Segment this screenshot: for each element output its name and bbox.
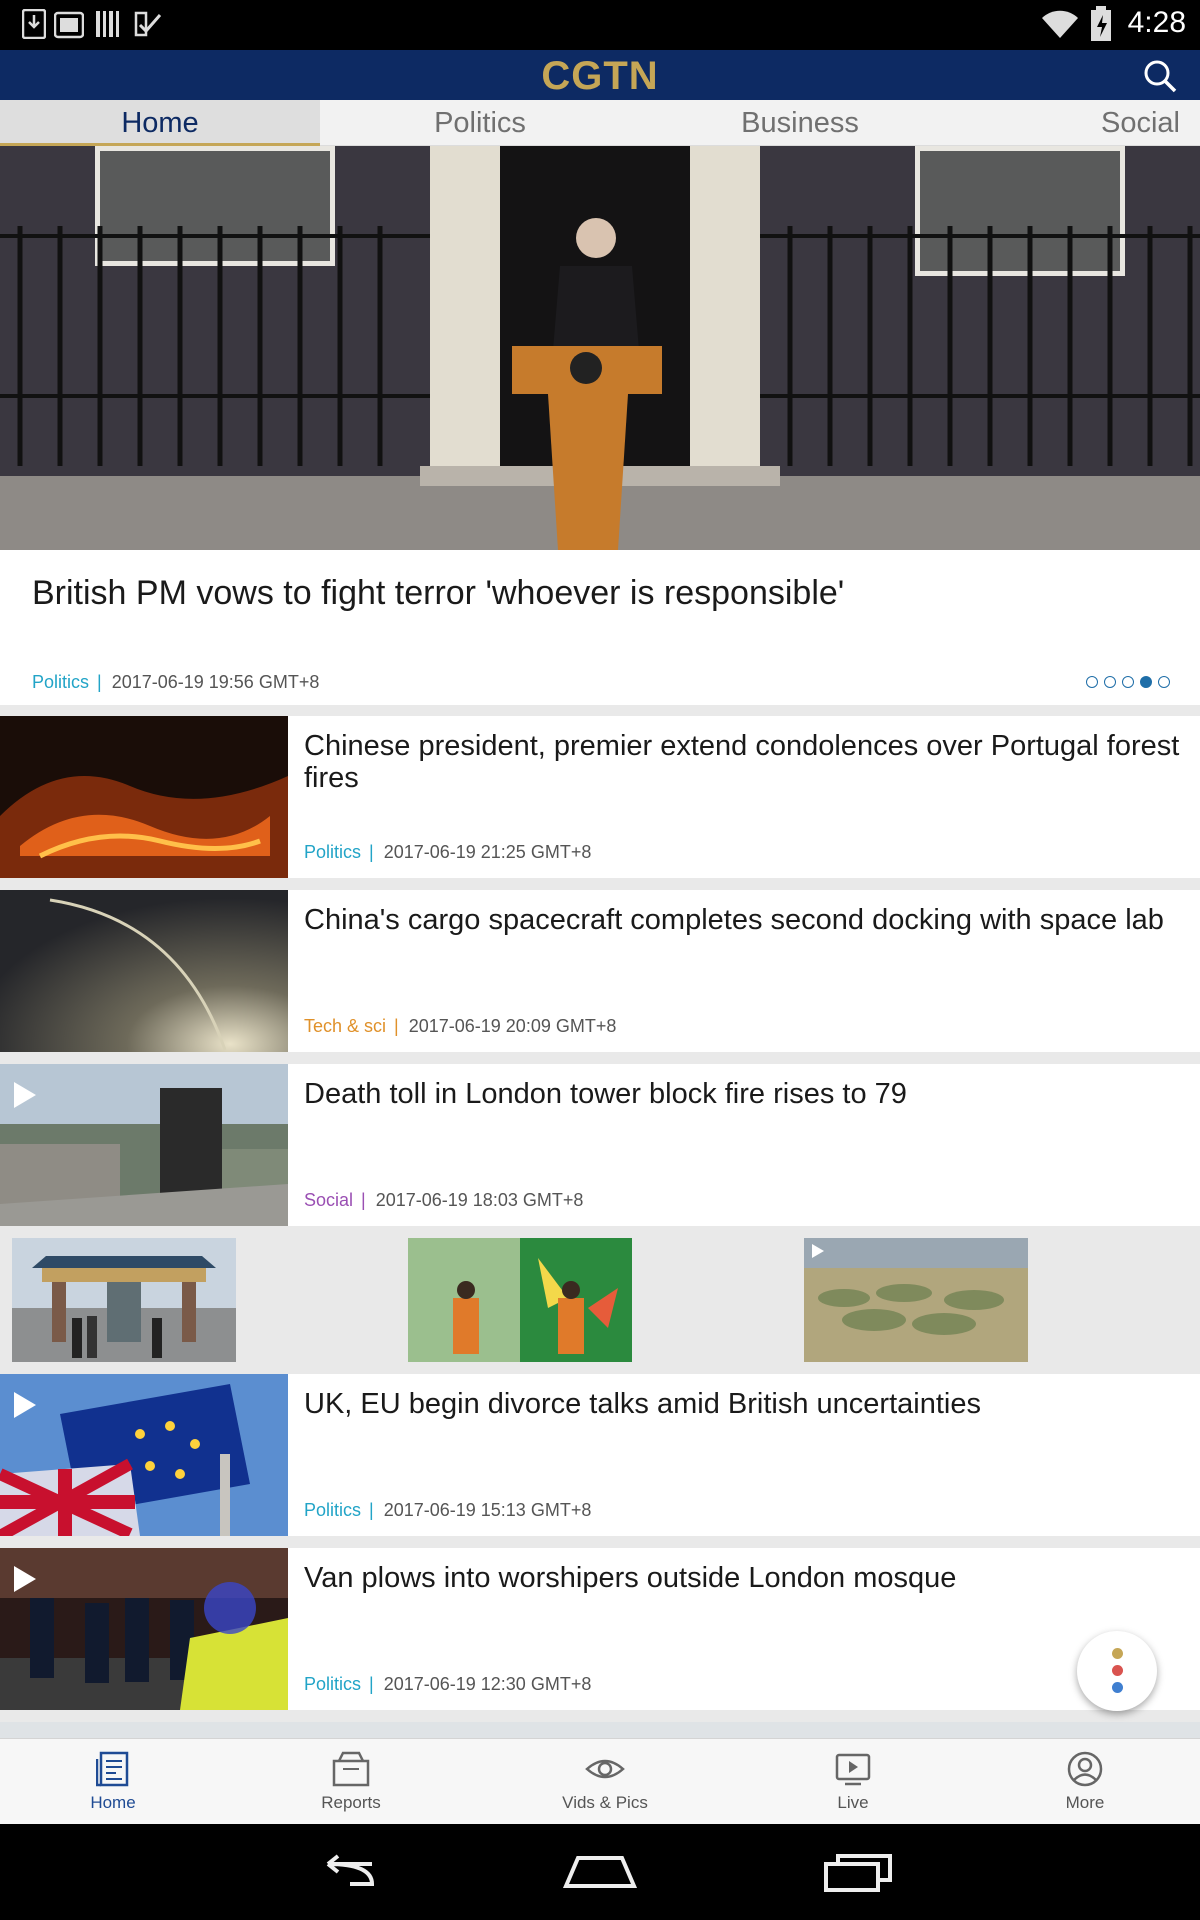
nav-label: Reports [321,1793,381,1812]
app-bar: CGTN [0,50,1200,100]
hero-article[interactable]: British PM vows to fight terror 'whoever… [0,146,1200,705]
article-thumbnail [0,890,288,1052]
article-title[interactable]: UK, EU begin divorce talks amid British … [304,1388,1186,1420]
article-title[interactable]: China's cargo spacecraft completes secon… [304,904,1186,936]
live-play-icon [835,1753,871,1786]
play-icon [14,1392,36,1418]
timestamp: 2017-06-19 19:56 GMT+8 [111,672,320,692]
tab-politics[interactable]: Politics [320,100,640,146]
search-icon[interactable] [1140,56,1180,96]
article-thumbnail [0,1548,288,1710]
carousel-dot-active[interactable] [1140,676,1152,688]
hero-meta: Politics | 2017-06-19 19:56 GMT+8 [32,672,319,693]
separator: | [97,672,102,692]
back-icon[interactable] [310,1854,380,1894]
article-title[interactable]: Death toll in London tower block fire ri… [304,1078,1186,1110]
home-icon[interactable] [560,1852,640,1892]
reports-icon [332,1751,370,1787]
article-thumbnail [0,1374,288,1536]
download-icon [22,9,46,39]
fab-dot [1112,1665,1123,1676]
newspaper-icon [96,1751,129,1787]
carousel-dot[interactable] [1104,676,1116,688]
article-thumbnail [0,716,288,878]
tab-social[interactable]: Social [960,100,1200,146]
nav-label: Vids & Pics [562,1793,648,1812]
user-icon [1067,1751,1103,1787]
nav-live[interactable]: Live [802,1739,904,1825]
gallery-thumbnail[interactable] [12,1238,236,1362]
list-item [0,1722,1200,1738]
system-nav-bar [0,1824,1200,1920]
separator: | [369,1500,374,1520]
clock: 4:28 [1127,6,1186,39]
timestamp: 2017-06-19 12:30 GMT+8 [383,1674,592,1694]
carousel-indicator [1086,676,1170,688]
article-meta: Politics | 2017-06-19 15:13 GMT+8 [304,1500,591,1521]
eye-icon [585,1759,625,1779]
article-title[interactable]: Chinese president, premier extend condol… [304,730,1186,794]
nav-home[interactable]: Home [62,1739,164,1825]
nav-label: More [1065,1793,1105,1812]
category-label[interactable]: Tech & sci [304,1016,386,1036]
list-item[interactable]: UK, EU begin divorce talks amid British … [0,1374,1200,1536]
category-label[interactable]: Politics [32,672,89,692]
nav-label: Home [90,1793,136,1812]
nav-vids-pics[interactable]: Vids & Pics [540,1739,670,1825]
category-label[interactable]: Politics [304,842,361,862]
nav-more[interactable]: More [1034,1739,1136,1825]
gallery-thumbnail[interactable] [408,1238,632,1362]
fab-dot [1112,1648,1123,1659]
bottom-nav: Home Reports Vids & Pics Live More [0,1738,1200,1824]
more-options-fab[interactable] [1077,1631,1157,1711]
tab-home[interactable]: Home [0,100,320,146]
hero-title[interactable]: British PM vows to fight terror 'whoever… [32,574,1170,613]
battery-icon [1091,6,1111,41]
carousel-dot[interactable] [1158,676,1170,688]
nav-reports[interactable]: Reports [300,1739,402,1825]
list-item[interactable]: Chinese president, premier extend condol… [0,716,1200,878]
separator: | [369,842,374,862]
hero-image [0,146,1200,550]
wifi-icon [1042,10,1078,38]
timestamp: 2017-06-19 20:09 GMT+8 [408,1016,617,1036]
category-label[interactable]: Politics [304,1500,361,1520]
timestamp: 2017-06-19 18:03 GMT+8 [375,1190,584,1210]
list-item[interactable]: Van plows into worshipers outside London… [0,1548,1200,1710]
nav-label: Live [837,1793,869,1812]
timestamp: 2017-06-19 15:13 GMT+8 [383,1500,592,1520]
photo-icon [54,11,84,39]
article-meta: Tech & sci | 2017-06-19 20:09 GMT+8 [304,1016,616,1037]
category-label[interactable]: Social [304,1190,353,1210]
article-thumbnail [0,1064,288,1226]
article-meta: Social | 2017-06-19 18:03 GMT+8 [304,1190,583,1211]
separator: | [369,1674,374,1694]
barcode-icon [96,11,119,37]
cgtn-logo: CGTN [541,54,659,98]
carousel-dot[interactable] [1086,676,1098,688]
status-bar: 4:28 [0,0,1200,50]
article-meta: Politics | 2017-06-19 12:30 GMT+8 [304,1674,591,1695]
fab-dot [1112,1682,1123,1693]
article-title[interactable]: Van plows into worshipers outside London… [304,1562,1186,1594]
cgtn-app: 4:28 CGTN Home Politics Business Social [0,0,1200,1920]
category-tabs: Home Politics Business Social [0,100,1200,146]
gallery-thumbnail[interactable] [804,1238,1028,1362]
list-item[interactable]: Death toll in London tower block fire ri… [0,1064,1200,1226]
article-meta: Politics | 2017-06-19 21:25 GMT+8 [304,842,591,863]
category-label[interactable]: Politics [304,1674,361,1694]
tab-business[interactable]: Business [640,100,960,146]
carousel-dot[interactable] [1122,676,1134,688]
separator: | [361,1190,366,1210]
separator: | [394,1016,399,1036]
play-icon [14,1566,36,1592]
timestamp: 2017-06-19 21:25 GMT+8 [383,842,592,862]
recents-icon[interactable] [822,1850,896,1894]
play-icon [14,1082,36,1108]
gallery-strip [0,1226,1200,1372]
check-icon [134,11,162,37]
list-item[interactable]: China's cargo spacecraft completes secon… [0,890,1200,1052]
